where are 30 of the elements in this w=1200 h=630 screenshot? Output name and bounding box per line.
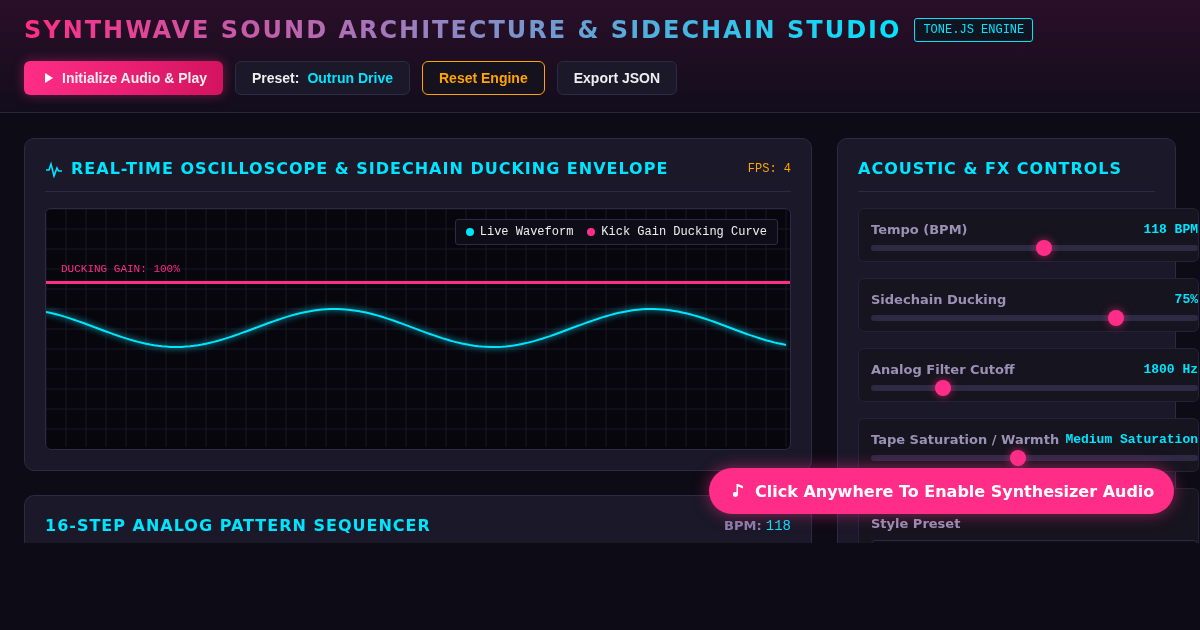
slider-label: Tape Saturation / Warmth [871,432,1060,447]
bpm-label: BPM: [724,517,762,533]
play-button[interactable]: Initialize Audio & Play [24,61,223,95]
slider-label: Analog Filter Cutoff [871,362,1015,377]
style-preset-label: Style Preset [871,516,961,531]
panel-title: 16-STEP ANALOG PATTERN SEQUENCER [45,516,432,535]
slider-thumb[interactable] [1108,310,1125,326]
legend-label: Kick Gain Ducking Curve [601,225,767,239]
panel-title: REAL-TIME OSCILLOSCOPE & SIDECHAIN DUCKING ENVELOPE [71,159,670,178]
slider-thumb[interactable] [1036,240,1053,256]
slider-label: Tempo (BPM) [871,222,968,237]
enable-audio-toast[interactable]: Click Anywhere To Enable Synthesizer Audio [709,468,1175,514]
slider-reading: Medium Saturation [1065,432,1198,447]
export-button[interactable]: Export JSON [556,61,678,95]
panel-title: ACOUSTIC & FX CONTROLS [858,159,1155,192]
slider-thumb[interactable] [934,380,951,396]
slider-reading: 118 BPM [1143,222,1198,237]
play-icon [44,73,54,83]
bpm-value: 118 [765,517,791,534]
ducking-gain-label: DUCKING GAIN: 100% [61,263,180,275]
legend-label: Live Waveform [479,225,574,239]
preset-button[interactable]: Preset: Outrun Drive [234,61,410,95]
reset-button[interactable]: Reset Engine [422,61,545,95]
engine-badge: TONE.JS ENGINE [914,18,1034,42]
slider-reading: 1800 Hz [1143,362,1198,377]
fps-counter: FPS: 4 [747,161,791,176]
music-note-icon [733,483,745,499]
slider-thumb[interactable] [1010,450,1027,466]
slider-label: Sidechain Ducking [871,292,1007,307]
slider-reading: 75% [1174,292,1198,307]
